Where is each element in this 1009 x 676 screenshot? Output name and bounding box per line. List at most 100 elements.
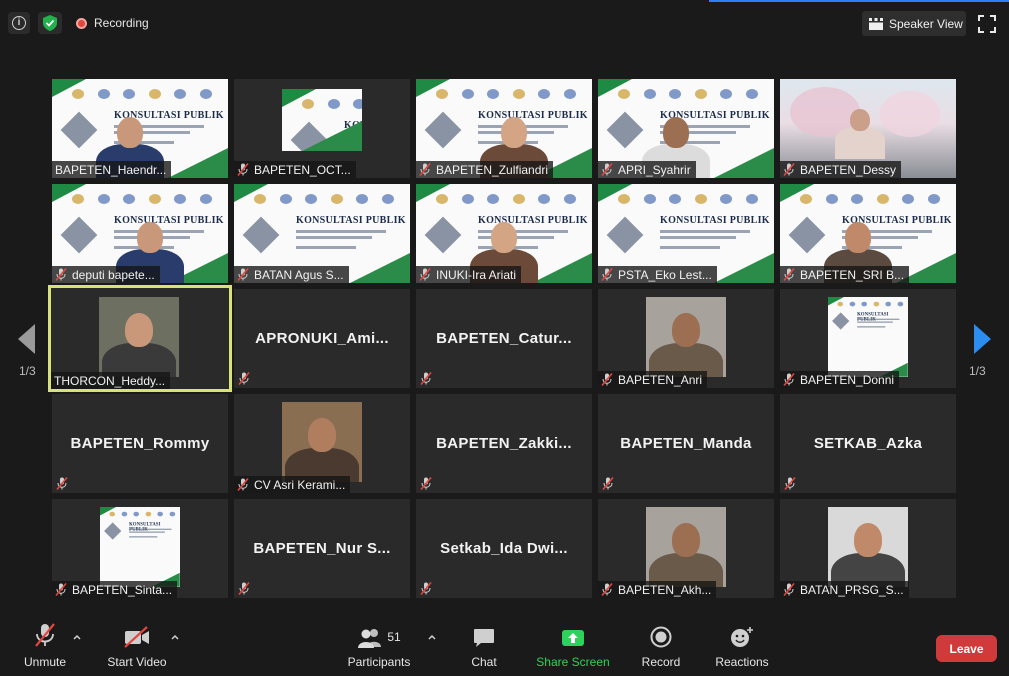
muted-microphone-icon bbox=[237, 477, 249, 492]
participant-name: BATAN Agus S... bbox=[254, 267, 344, 282]
chat-bubble-icon bbox=[474, 629, 494, 647]
participant-name-tag: BATAN Agus S... bbox=[234, 266, 349, 283]
participant-tile[interactable]: KONSULTASI PUBLIK BAPETEN_Donni bbox=[780, 289, 956, 388]
participants-count: 51 bbox=[387, 630, 401, 644]
participant-name: BAPETEN_Donni bbox=[800, 372, 895, 387]
video-options-chevron-up-icon[interactable] bbox=[170, 632, 180, 642]
next-page-arrow-icon[interactable] bbox=[973, 324, 991, 354]
participant-tile[interactable]: KONSULTASI PUBLIK PSTA_Eko Lest... bbox=[598, 184, 774, 283]
participant-name: INUKI-Ira Ariati bbox=[436, 267, 517, 282]
start-video-label: Start Video bbox=[107, 655, 167, 669]
participant-tile[interactable]: KONSULTASI PUBLIK BAPETEN_Zulfiandri bbox=[416, 79, 592, 178]
smiley-add-icon bbox=[731, 627, 753, 647]
muted-microphone-icon bbox=[419, 267, 431, 282]
participant-name: BAPETEN_Akh... bbox=[618, 582, 712, 597]
participant-tile[interactable]: KONSULTASI PUBLIK INUKI-Ira Ariati bbox=[416, 184, 592, 283]
top-bar: i Recording Speaker View bbox=[0, 0, 1009, 46]
slide-title: KONSULTASI PUBLIK bbox=[129, 521, 161, 532]
unmute-label: Unmute bbox=[23, 655, 67, 669]
info-icon: i bbox=[12, 16, 26, 30]
participant-tile[interactable]: BAPETEN_Manda bbox=[598, 394, 774, 493]
participant-video-feed: KONSULTASI PUBLIK bbox=[100, 507, 180, 587]
participant-tile[interactable]: BAPETEN_Rommy bbox=[52, 394, 228, 493]
participant-tile[interactable]: THORCON_Heddy... bbox=[48, 285, 232, 392]
participant-name: deputi bapete... bbox=[72, 267, 155, 282]
participant-name: BAPETEN_Haendr... bbox=[55, 162, 167, 177]
record-icon bbox=[650, 626, 672, 648]
participant-name: CV Asri Kerami... bbox=[254, 477, 346, 492]
reactions-button[interactable]: Reactions bbox=[712, 620, 772, 676]
muted-microphone-icon bbox=[238, 371, 250, 386]
participant-tile[interactable]: BAPETEN_Zakki... bbox=[416, 394, 592, 493]
speaker-view-button[interactable]: Speaker View bbox=[862, 11, 966, 36]
participant-tile[interactable]: BAPETEN_Anri bbox=[598, 289, 774, 388]
participant-tile[interactable]: Setkab_Ida Dwi... bbox=[416, 499, 592, 598]
participant-tile[interactable]: KONSULTASI PUBLIK BAPETEN_SRI B... bbox=[780, 184, 956, 283]
unmute-button[interactable]: Unmute bbox=[18, 620, 72, 676]
participant-tile[interactable]: KONSULTASI PUBLIK deputi bapete... bbox=[52, 184, 228, 283]
muted-microphone-icon bbox=[601, 267, 613, 282]
participant-tile[interactable]: BAPETEN_Catur... bbox=[416, 289, 592, 388]
participant-tile[interactable]: BAPETEN_Akh... bbox=[598, 499, 774, 598]
participant-tile[interactable]: CV Asri Kerami... bbox=[234, 394, 410, 493]
record-button[interactable]: Record bbox=[638, 620, 684, 676]
recording-indicator[interactable]: Recording bbox=[70, 12, 155, 34]
participant-name-tag: CV Asri Kerami... bbox=[234, 476, 351, 493]
start-video-button[interactable]: Start Video bbox=[104, 620, 170, 676]
meeting-info-button[interactable]: i bbox=[8, 12, 30, 34]
participant-name: BAPETEN_Anri bbox=[618, 372, 703, 387]
share-screen-button[interactable]: Share Screen bbox=[535, 620, 611, 676]
participant-name: PSTA_Eko Lest... bbox=[618, 267, 712, 282]
muted-microphone-icon bbox=[56, 476, 68, 491]
muted-microphone-icon bbox=[237, 162, 249, 177]
participant-name-tag: BAPETEN_Zulfiandri bbox=[416, 161, 554, 178]
participant-name: APRI_Syahrir bbox=[618, 162, 691, 177]
left-page-indicator: 1/3 bbox=[19, 364, 36, 378]
participant-name-display: BAPETEN_Catur... bbox=[436, 330, 572, 347]
slide-title: KONSULTASI PUBLIK bbox=[114, 215, 224, 226]
leave-button[interactable]: Leave bbox=[936, 635, 997, 662]
participant-tile[interactable]: KONSULTASI PUBLIK APRI_Syahrir bbox=[598, 79, 774, 178]
chat-button[interactable]: Chat bbox=[464, 620, 504, 676]
participant-name-tag: BAPETEN_Sinta... bbox=[52, 581, 178, 598]
participant-name: BAPETEN_OCT... bbox=[254, 162, 351, 177]
record-label: Record bbox=[641, 655, 681, 669]
previous-page-arrow-icon[interactable] bbox=[18, 324, 36, 354]
security-status-button[interactable] bbox=[38, 12, 62, 34]
top-accent-line bbox=[709, 0, 1009, 2]
participant-tile[interactable]: APRONUKI_Ami... bbox=[234, 289, 410, 388]
zoom-meeting-window: i Recording Speaker View KONSULTASI PUBL… bbox=[0, 0, 1009, 676]
speaker-view-label: Speaker View bbox=[889, 16, 963, 31]
presentation-slide: KONSULTASI PUBLIK bbox=[828, 297, 908, 377]
participant-tile[interactable]: BATAN_PRSG_S... bbox=[780, 499, 956, 598]
audio-options-chevron-up-icon[interactable] bbox=[72, 632, 82, 642]
participant-tile[interactable]: BAPETEN_Dessy bbox=[780, 79, 956, 178]
participant-name-tag: PSTA_Eko Lest... bbox=[598, 266, 717, 283]
video-off-icon bbox=[124, 626, 149, 648]
muted-microphone-icon bbox=[238, 581, 250, 596]
participant-name-tag: BAPETEN_Akh... bbox=[598, 581, 717, 598]
participant-name-tag: BAPETEN_Anri bbox=[598, 371, 708, 388]
participant-tile[interactable]: SETKAB_Azka bbox=[780, 394, 956, 493]
slide-title: KONSULTASI PUBLIK bbox=[478, 215, 588, 226]
muted-microphone-icon bbox=[55, 267, 67, 282]
muted-microphone-icon bbox=[420, 581, 432, 596]
participant-tile[interactable]: BAPETEN_Nur S... bbox=[234, 499, 410, 598]
participant-tile[interactable]: KONSULTASI PUBLIK BATAN Agus S... bbox=[234, 184, 410, 283]
participant-name-tag: deputi bapete... bbox=[52, 266, 160, 283]
participant-name-display: SETKAB_Azka bbox=[813, 435, 923, 452]
fullscreen-icon[interactable] bbox=[978, 15, 996, 33]
participant-name-tag: BAPETEN_Dessy bbox=[780, 161, 902, 178]
muted-microphone-icon bbox=[55, 582, 67, 597]
muted-microphone-icon bbox=[420, 476, 432, 491]
reactions-label: Reactions bbox=[715, 655, 769, 669]
muted-microphone-icon bbox=[420, 371, 432, 386]
participants-button[interactable]: 51 Participants bbox=[344, 620, 414, 676]
participant-tile[interactable]: KONSULTASI PUBLIK BAPETEN_OCT... bbox=[234, 79, 410, 178]
participant-name-tag: APRI_Syahrir bbox=[598, 161, 696, 178]
chat-label: Chat bbox=[471, 655, 497, 669]
participant-tile[interactable]: KONSULTASI PUBLIK BAPETEN_Sinta... bbox=[52, 499, 228, 598]
participants-options-chevron-up-icon[interactable] bbox=[427, 632, 437, 642]
participants-label: Participants bbox=[347, 655, 411, 669]
participant-tile[interactable]: KONSULTASI PUBLIK BAPETEN_Haendr... bbox=[52, 79, 228, 178]
